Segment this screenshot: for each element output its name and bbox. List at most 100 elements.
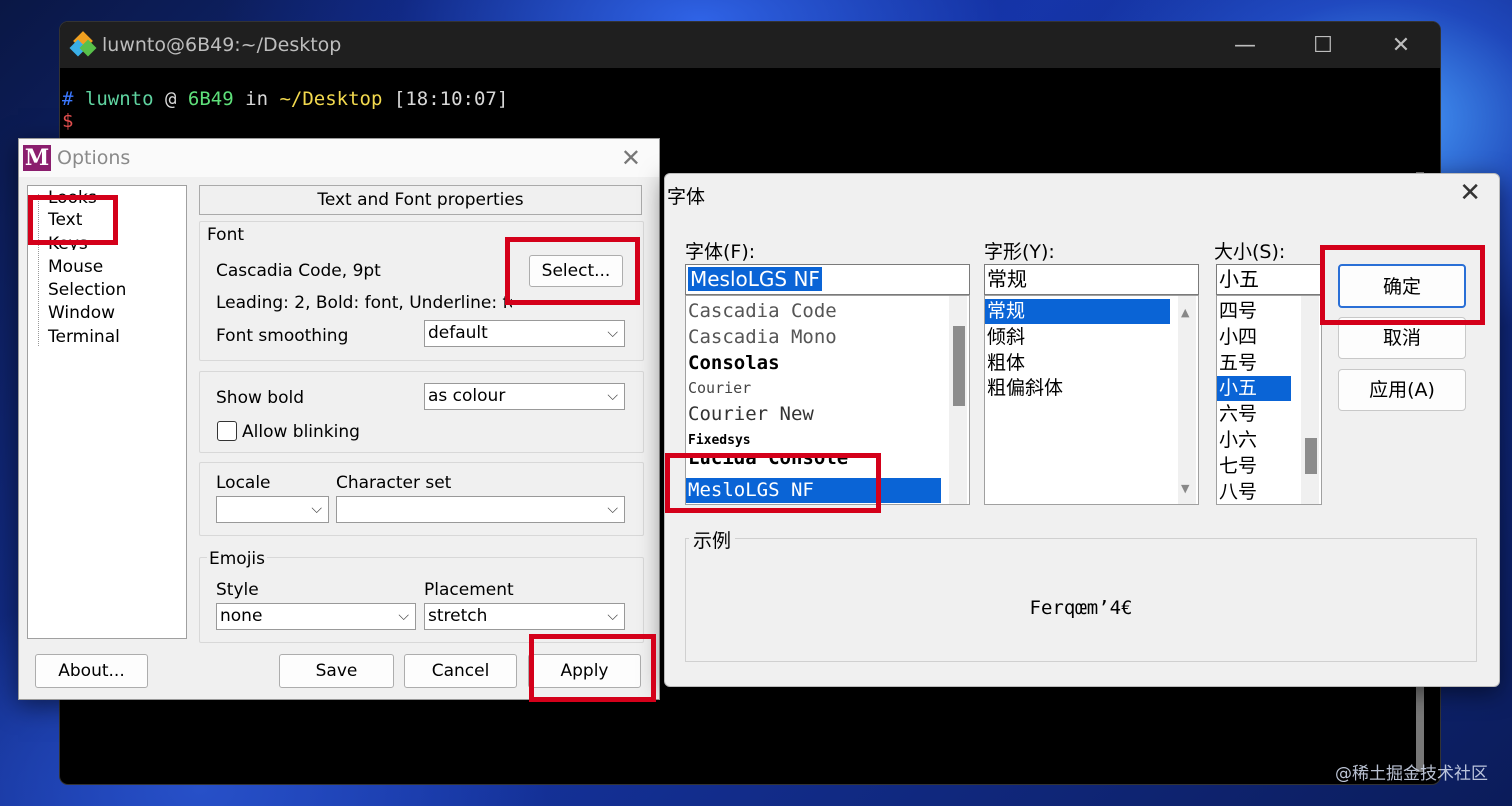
size-list-item-selected[interactable]: 小五 — [1217, 376, 1291, 401]
allow-blinking-label[interactable]: Allow blinking — [242, 422, 360, 442]
font-dialog-title: 字体 — [667, 186, 706, 208]
highlight-box-ok — [1320, 245, 1485, 325]
font-list-item[interactable]: Courier — [686, 376, 941, 401]
minimize-button[interactable]: — — [1206, 33, 1284, 58]
font-size-list[interactable]: 四号 小四 五号 小五 六号 小六 七号 八号 — [1216, 295, 1322, 505]
font-style-label: 字形(Y): — [984, 241, 1055, 263]
sample-text: Ferqœm’4€ — [1029, 597, 1133, 619]
prompt-dollar: $ — [62, 110, 74, 132]
placement-label: Placement — [424, 580, 514, 600]
prompt-line: # luwnto @ 6B49 in ~/Desktop [18:10:07] — [62, 88, 1440, 110]
size-list-item[interactable]: 七号 — [1217, 454, 1291, 479]
emoji-placement-select[interactable]: stretch ⌵ — [424, 603, 625, 630]
options-category-tree[interactable]: Looks Text Keys Mouse Selection Window T… — [27, 185, 187, 639]
save-button[interactable]: Save — [279, 654, 394, 688]
options-close-button[interactable]: ✕ — [621, 144, 641, 172]
emojis-group — [199, 557, 644, 643]
font-size-input-value: 小五 — [1219, 267, 1259, 291]
font-list-item[interactable]: Fixedsys — [686, 428, 941, 453]
terminal-output[interactable]: # luwnto @ 6B49 in ~/Desktop [18:10:07] … — [60, 68, 1440, 132]
tree-item-terminal[interactable]: Terminal — [48, 327, 120, 347]
locale-label: Locale — [216, 473, 271, 493]
font-list-item[interactable]: Cascadia Code — [686, 299, 941, 324]
font-size-input[interactable]: 小五 — [1216, 264, 1322, 295]
options-title: Options — [57, 147, 131, 169]
chevron-down-icon: ⌵ — [311, 501, 322, 517]
charset-select[interactable]: ⌵ — [336, 496, 625, 523]
scrollbar-thumb[interactable] — [953, 326, 965, 406]
style-list-item-selected[interactable]: 常规 — [985, 299, 1170, 324]
style-list-scrollbar[interactable]: ▲ ▼ — [1178, 296, 1196, 504]
close-button[interactable]: ✕ — [1362, 33, 1440, 58]
font-style-input[interactable]: 常规 — [984, 264, 1199, 295]
size-list-item[interactable]: 小六 — [1217, 428, 1291, 453]
allow-blinking-checkbox[interactable] — [217, 421, 237, 441]
chevron-down-icon: ⌵ — [607, 501, 618, 517]
size-list-item[interactable]: 五号 — [1217, 351, 1291, 376]
style-list-item[interactable]: 倾斜 — [985, 325, 1170, 350]
style-list-item[interactable]: 粗偏斜体 — [985, 376, 1170, 401]
highlight-box-select — [505, 237, 640, 305]
font-list-item[interactable]: Cascadia Mono — [686, 325, 941, 350]
highlight-box-text — [28, 195, 118, 245]
sample-box: Ferqœm’4€ — [685, 538, 1477, 662]
font-size-label: 大小(S): — [1214, 241, 1286, 263]
leading-info: Leading: 2, Bold: font, Underline: font — [216, 293, 512, 313]
style-list-item[interactable]: 粗体 — [985, 351, 1170, 376]
watermark-text: @稀土掘金技术社区 — [1335, 764, 1488, 784]
emoji-style-value: none — [220, 606, 263, 626]
emoji-style-select[interactable]: none ⌵ — [216, 603, 416, 630]
font-family-input[interactable]: MesloLGS NF — [685, 264, 970, 295]
font-apply-button[interactable]: 应用(A) — [1338, 369, 1466, 411]
locale-select[interactable]: ⌵ — [216, 496, 329, 523]
font-smoothing-value: default — [428, 323, 488, 343]
font-smoothing-label: Font smoothing — [216, 326, 349, 346]
size-list-item[interactable]: 四号 — [1217, 299, 1291, 324]
style-label: Style — [216, 580, 259, 600]
size-list-item[interactable]: 八号 — [1217, 480, 1291, 504]
prompt-in: in — [245, 88, 269, 110]
tree-item-window[interactable]: Window — [48, 303, 115, 323]
show-bold-label: Show bold — [216, 388, 304, 408]
prompt-path: ~/Desktop — [279, 88, 383, 110]
font-list-item[interactable]: Consolas — [686, 351, 941, 376]
font-family-label: 字体(F): — [685, 241, 756, 263]
tree-item-mouse[interactable]: Mouse — [48, 257, 103, 277]
chevron-down-icon: ⌵ — [398, 608, 409, 624]
scroll-up-arrow-icon[interactable]: ▲ — [1181, 306, 1189, 319]
show-bold-value: as colour — [428, 386, 506, 406]
emojis-group-label: Emojis — [207, 549, 268, 569]
font-value: Cascadia Code, 9pt — [216, 261, 381, 281]
font-family-input-value: MesloLGS NF — [688, 267, 822, 291]
git-icon — [69, 31, 97, 58]
highlight-box-font — [665, 453, 881, 513]
sample-label: 示例 — [689, 526, 736, 553]
scroll-down-arrow-icon[interactable]: ▼ — [1181, 482, 1189, 495]
font-smoothing-select[interactable]: default ⌵ — [424, 320, 625, 347]
show-bold-select[interactable]: as colour ⌵ — [424, 383, 625, 410]
size-list-item[interactable]: 六号 — [1217, 402, 1291, 427]
emoji-placement-value: stretch — [428, 606, 488, 626]
scrollbar-thumb[interactable] — [1305, 438, 1317, 474]
font-dialog-close-button[interactable]: ✕ — [1459, 178, 1481, 208]
prompt-hash: # — [62, 88, 74, 110]
section-header: Text and Font properties — [199, 185, 642, 215]
size-list-item[interactable]: 小四 — [1217, 325, 1291, 350]
font-list-item[interactable]: Courier New — [686, 402, 941, 427]
font-group-label: Font — [207, 225, 245, 245]
chevron-down-icon: ⌵ — [607, 388, 618, 404]
font-style-list[interactable]: 常规 倾斜 粗体 粗偏斜体 ▲ ▼ — [984, 295, 1199, 505]
font-list-scrollbar[interactable] — [949, 296, 967, 504]
mintty-logo-icon: M — [23, 145, 51, 171]
cancel-button[interactable]: Cancel — [404, 654, 517, 688]
about-button[interactable]: About... — [35, 654, 148, 688]
maximize-button[interactable]: ☐ — [1284, 33, 1362, 58]
chevron-down-icon: ⌵ — [607, 608, 618, 624]
terminal-titlebar[interactable]: luwnto@6B49:~/Desktop — ☐ ✕ — [60, 22, 1440, 68]
size-list-scrollbar[interactable] — [1301, 296, 1319, 504]
options-titlebar[interactable]: M Options ✕ — [19, 139, 659, 177]
prompt-host: 6B49 — [187, 88, 234, 110]
tree-item-selection[interactable]: Selection — [48, 280, 126, 300]
terminal-title: luwnto@6B49:~/Desktop — [102, 34, 342, 56]
prompt-time: [18:10:07] — [393, 88, 509, 110]
